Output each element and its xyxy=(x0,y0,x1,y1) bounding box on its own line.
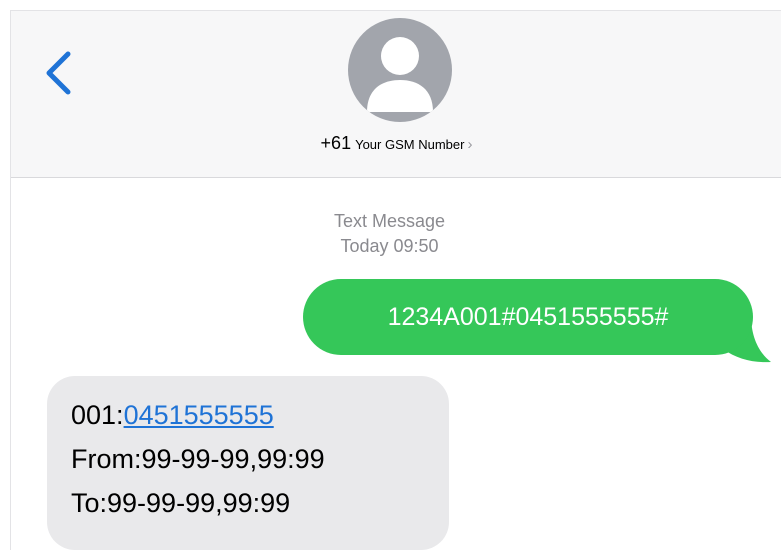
time-label: Today 09:50 xyxy=(340,236,439,256)
conversation-header: +61 Your GSM Number › xyxy=(11,11,781,178)
contact-avatar[interactable] xyxy=(348,18,452,122)
contact-name: Your GSM Number xyxy=(355,137,465,152)
back-button[interactable] xyxy=(37,47,77,99)
person-silhouette-icon xyxy=(367,37,433,112)
sent-message[interactable]: 1234A001#0451555555# xyxy=(303,279,773,365)
received-line-2: From:99-99-99,99:99 xyxy=(71,444,325,474)
service-label: Text Message xyxy=(333,211,446,231)
messages-screen: +61 Your GSM Number › Text Message Today 0… xyxy=(10,10,781,550)
received-line-1: 001:0451555555 xyxy=(71,393,449,437)
received-line-3: To:99-99-99,99:99 xyxy=(71,488,291,518)
chevron-right-icon: › xyxy=(467,136,473,153)
contact-country-code: +61 xyxy=(320,133,352,153)
sent-message-bubble: 1234A001#0451555555# xyxy=(303,279,753,355)
contact-info-button[interactable]: +61 Your GSM Number › xyxy=(11,133,781,154)
received-prefix: 001: xyxy=(71,400,124,430)
received-message-bubble[interactable]: 001:0451555555 From:99-99-99,99:99 To:99… xyxy=(47,376,449,550)
phone-number-link[interactable]: 0451555555 xyxy=(124,400,274,430)
thread-timestamp: Text Message Today 09:50 xyxy=(11,209,781,259)
chevron-left-icon xyxy=(46,51,71,95)
